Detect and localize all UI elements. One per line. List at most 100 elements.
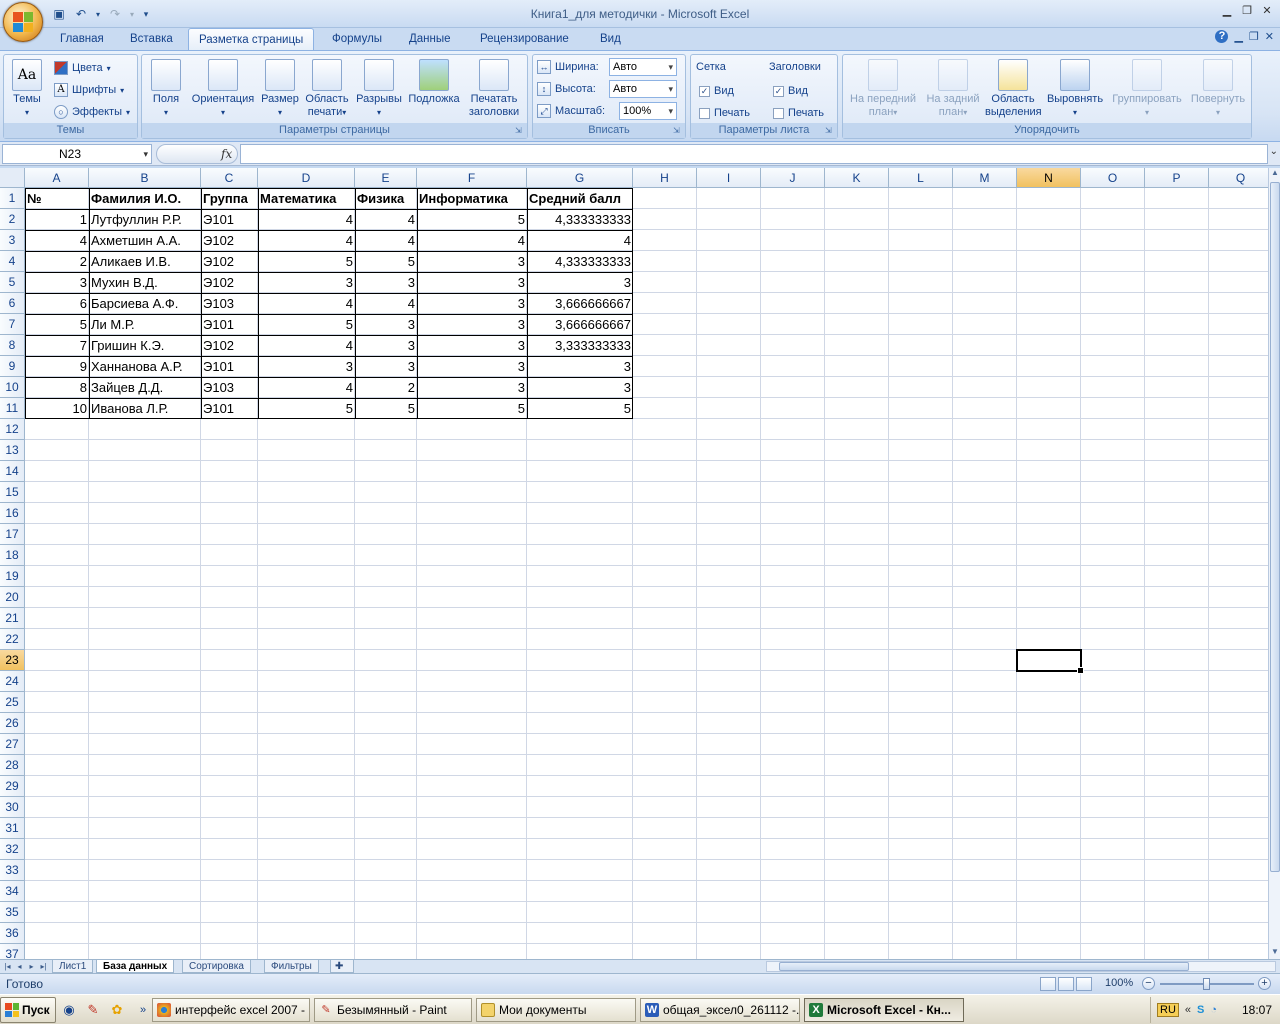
table-cell[interactable]: 4 <box>355 209 417 230</box>
row-header-31[interactable]: 31 <box>0 818 25 839</box>
restore-icon[interactable]: ❐ <box>1238 2 1256 18</box>
scroll-down-icon[interactable]: ▼ <box>1269 947 1280 959</box>
help-icon[interactable]: ? <box>1215 30 1229 43</box>
row-header-17[interactable]: 17 <box>0 524 25 545</box>
taskbar-item-word[interactable]: W общая_эксел0_261112 -... <box>640 998 800 1022</box>
column-header-g[interactable]: G <box>527 168 633 188</box>
zoom-level[interactable]: 100% <box>1105 977 1133 989</box>
column-header-m[interactable]: M <box>953 168 1017 188</box>
table-cell[interactable]: 4 <box>355 293 417 314</box>
table-cell[interactable]: Э102 <box>201 230 258 251</box>
sheet-options-launcher-icon[interactable]: ⇲ <box>825 126 835 136</box>
table-cell[interactable]: 4,333333333 <box>527 251 633 272</box>
column-header-h[interactable]: H <box>633 168 697 188</box>
table-cell[interactable]: 6 <box>25 293 89 314</box>
rotate-button[interactable]: Повернуть ▾ <box>1187 59 1249 119</box>
table-cell[interactable]: 3 <box>527 272 633 293</box>
column-header-q[interactable]: Q <box>1209 168 1268 188</box>
table-cell[interactable]: Барсиева А.Ф. <box>89 293 201 314</box>
margins-button[interactable]: Поля ▾ <box>148 59 184 119</box>
vertical-scroll-thumb[interactable] <box>1270 182 1280 872</box>
row-header-32[interactable]: 32 <box>0 839 25 860</box>
table-cell[interactable]: 4 <box>417 230 527 251</box>
tab-insert[interactable]: Вставка <box>120 28 183 50</box>
table-cell[interactable]: 5 <box>258 398 355 419</box>
table-cell[interactable]: 3 <box>355 335 417 356</box>
zoom-slider-thumb[interactable] <box>1203 978 1210 990</box>
prev-sheet-icon[interactable]: ◂ <box>14 960 25 973</box>
row-header-2[interactable]: 2 <box>0 209 25 230</box>
skype-tray-icon[interactable]: S <box>1197 1004 1204 1016</box>
row-header-4[interactable]: 4 <box>0 251 25 272</box>
zoom-out-icon[interactable]: − <box>1142 977 1155 990</box>
column-header-n[interactable]: N <box>1017 168 1081 188</box>
table-header-cell[interactable]: № <box>25 188 89 209</box>
theme-fonts-button[interactable]: A Шрифты ▾ <box>54 81 124 99</box>
normal-view-icon[interactable] <box>1040 977 1056 991</box>
table-cell[interactable]: 8 <box>25 377 89 398</box>
gridlines-view-checkbox[interactable]: ✓ Вид <box>699 82 734 100</box>
table-cell[interactable]: 5 <box>527 398 633 419</box>
table-header-cell[interactable]: Физика <box>355 188 417 209</box>
table-cell[interactable]: 3 <box>417 335 527 356</box>
table-header-cell[interactable]: Информатика <box>417 188 527 209</box>
selection-pane-button[interactable]: Область выделения <box>985 59 1042 119</box>
table-cell[interactable]: Мухин В.Д. <box>89 272 201 293</box>
row-header-9[interactable]: 9 <box>0 356 25 377</box>
table-header-cell[interactable]: Математика <box>258 188 355 209</box>
table-cell[interactable]: 4 <box>25 230 89 251</box>
row-header-19[interactable]: 19 <box>0 566 25 587</box>
table-cell[interactable]: 4 <box>258 293 355 314</box>
gridlines-print-checkbox[interactable]: Печать <box>699 104 750 122</box>
last-sheet-icon[interactable]: ▸| <box>38 960 49 973</box>
table-cell[interactable]: 3,333333333 <box>527 335 633 356</box>
table-cell[interactable]: 4 <box>258 377 355 398</box>
orientation-button[interactable]: Ориентация ▾ <box>188 59 258 119</box>
column-header-f[interactable]: F <box>417 168 527 188</box>
row-header-22[interactable]: 22 <box>0 629 25 650</box>
table-cell[interactable]: 4,333333333 <box>527 209 633 230</box>
row-header-33[interactable]: 33 <box>0 860 25 881</box>
row-header-30[interactable]: 30 <box>0 797 25 818</box>
row-header-18[interactable]: 18 <box>0 545 25 566</box>
table-cell[interactable]: 3 <box>417 356 527 377</box>
row-header-36[interactable]: 36 <box>0 923 25 944</box>
row-header-15[interactable]: 15 <box>0 482 25 503</box>
row-header-7[interactable]: 7 <box>0 314 25 335</box>
table-cell[interactable]: 3 <box>355 356 417 377</box>
row-header-29[interactable]: 29 <box>0 776 25 797</box>
messenger-quicklaunch-icon[interactable]: ✿ <box>108 1001 126 1019</box>
table-cell[interactable]: 9 <box>25 356 89 377</box>
sheet-tab-4[interactable]: Фильтры <box>264 960 319 973</box>
table-cell[interactable]: 5 <box>25 314 89 335</box>
table-cell[interactable]: 10 <box>25 398 89 419</box>
column-header-j[interactable]: J <box>761 168 825 188</box>
table-cell[interactable]: 4 <box>258 209 355 230</box>
table-cell[interactable]: 3 <box>258 356 355 377</box>
row-header-13[interactable]: 13 <box>0 440 25 461</box>
table-cell[interactable]: 3 <box>417 293 527 314</box>
height-select[interactable]: Авто <box>609 80 677 98</box>
table-cell[interactable]: 3 <box>417 251 527 272</box>
horizontal-scrollbar[interactable] <box>766 961 1276 972</box>
table-cell[interactable]: Э101 <box>201 314 258 335</box>
row-header-21[interactable]: 21 <box>0 608 25 629</box>
sheet-tab-2[interactable]: База данных <box>96 960 175 973</box>
name-box[interactable]: N23 <box>2 144 152 164</box>
table-cell[interactable]: 5 <box>417 398 527 419</box>
table-cell[interactable]: Э101 <box>201 356 258 377</box>
worksheet-grid[interactable]: ABCDEFGHIJKLMNOPQ 1 2 3 4 5 6 7 8 9 10 11 12 13 14 15 1… <box>0 168 1268 959</box>
first-sheet-icon[interactable]: |◂ <box>2 960 13 973</box>
table-cell[interactable]: 1 <box>25 209 89 230</box>
table-cell[interactable]: 3 <box>258 272 355 293</box>
print-titles-button[interactable]: Печатать заголовки <box>464 59 524 119</box>
table-cell[interactable]: Зайцев Д.Д. <box>89 377 201 398</box>
vertical-scrollbar[interactable]: ▲ ▼ <box>1268 168 1280 959</box>
network-tray-icon[interactable]: ◔ <box>1210 1004 1217 1016</box>
table-cell[interactable]: Иванова Л.Р. <box>89 398 201 419</box>
row-header-27[interactable]: 27 <box>0 734 25 755</box>
row-header-25[interactable]: 25 <box>0 692 25 713</box>
minimize-icon[interactable]: ▁ <box>1218 2 1236 18</box>
row-header-24[interactable]: 24 <box>0 671 25 692</box>
taskbar-item-browser[interactable]: интерфейс excel 2007 - ... <box>152 998 310 1022</box>
